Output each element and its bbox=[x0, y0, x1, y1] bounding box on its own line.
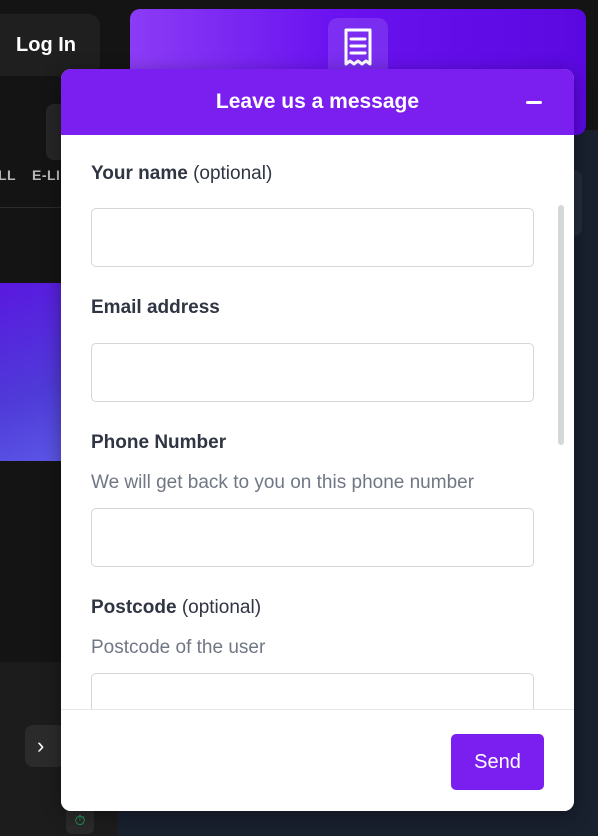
form-scrollbar[interactable] bbox=[558, 205, 564, 445]
phone-label: Phone Number bbox=[91, 432, 227, 453]
next-arrow-button[interactable]: › bbox=[25, 725, 65, 767]
optional-tag: (optional) bbox=[193, 163, 273, 184]
postcode-help-text: Postcode of the user bbox=[91, 637, 266, 658]
nav-item-ll[interactable]: LL bbox=[0, 167, 16, 183]
chevron-right-icon: › bbox=[37, 733, 45, 758]
email-input[interactable] bbox=[91, 343, 534, 402]
widget-header: Leave us a message bbox=[61, 69, 574, 135]
send-button[interactable]: Send bbox=[451, 734, 544, 790]
phone-input[interactable] bbox=[91, 508, 534, 567]
postcode-input[interactable] bbox=[91, 673, 534, 709]
background-card-edge bbox=[574, 170, 582, 236]
postcode-label: Postcode (optional) bbox=[91, 597, 262, 618]
nav-divider bbox=[0, 207, 70, 208]
widget-footer: Send bbox=[61, 709, 574, 811]
name-label: Your name (optional) bbox=[91, 163, 273, 184]
widget-title: Leave us a message bbox=[215, 90, 420, 113]
receipt-icon[interactable] bbox=[328, 18, 388, 76]
email-label: Email address bbox=[91, 297, 220, 318]
message-widget: Leave us a message Your name (optional) … bbox=[61, 69, 574, 811]
minimize-icon[interactable] bbox=[526, 101, 542, 104]
login-label: Log In bbox=[16, 33, 76, 56]
optional-tag: (optional) bbox=[181, 597, 262, 618]
login-button[interactable]: Log In bbox=[0, 14, 100, 76]
nav-item-e-li[interactable]: E-LI bbox=[32, 167, 60, 183]
promo-banner[interactable] bbox=[0, 283, 70, 461]
phone-help-text: We will get back to you on this phone nu… bbox=[91, 472, 475, 493]
name-input[interactable] bbox=[91, 208, 534, 267]
form-body[interactable]: Your name (optional) Email address Phone… bbox=[61, 135, 574, 709]
